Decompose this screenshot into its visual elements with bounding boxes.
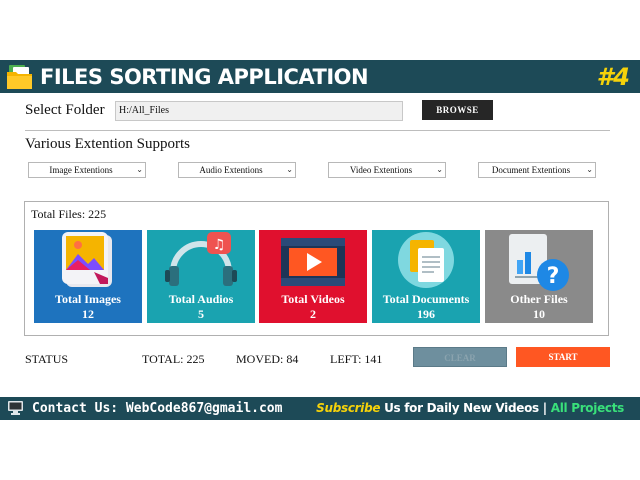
tile-count: 12 <box>82 307 94 321</box>
chevron-down-icon: ⌄ <box>136 165 143 174</box>
tile-name: Total Videos <box>281 292 345 306</box>
tile-name: Total Audios <box>168 292 234 306</box>
folder-path-input[interactable]: H:/All_Files <box>115 101 403 121</box>
image-icon <box>62 232 112 287</box>
subscribe-word: Subscribe <box>316 401 381 415</box>
dropdown-value: Image Extentions <box>49 165 113 175</box>
app-title: FILES SORTING APPLICATION <box>40 65 369 89</box>
chevron-down-icon: ⌄ <box>286 165 293 174</box>
bottom-blank-band <box>0 420 640 480</box>
dropdown-value: Document Extentions <box>491 165 571 175</box>
dropdown-value: Video Extentions <box>349 165 413 175</box>
tile-count: 2 <box>310 307 316 321</box>
top-blank-band <box>0 0 640 60</box>
videos-tile[interactable]: Total Videos 2 <box>259 230 367 323</box>
all-projects-link[interactable]: All Projects <box>551 401 625 415</box>
svg-text:♫: ♫ <box>213 237 226 253</box>
status-label: STATUS <box>25 352 69 366</box>
image-extensions-dropdown[interactable]: Image Extentions ⌄ <box>28 162 146 178</box>
tile-name: Total Documents <box>382 292 470 306</box>
audio-extensions-dropdown[interactable]: Audio Extentions ⌄ <box>178 162 296 178</box>
document-extensions-dropdown[interactable]: Document Extentions ⌄ <box>478 162 596 178</box>
unknown-file-icon: ? <box>509 234 569 291</box>
subscribe-banner: Subscribe Us for Daily New Videos | All … <box>316 397 624 420</box>
chevron-down-icon: ⌄ <box>586 165 593 174</box>
left-count: LEFT: 141 <box>330 352 383 366</box>
tile-count: 5 <box>198 307 204 321</box>
select-folder-label: Select Folder <box>25 102 105 118</box>
contact-email: Contact Us: WebCode867@gmail.com <box>32 401 283 416</box>
clear-button[interactable]: CLEAR <box>413 347 507 367</box>
browse-button[interactable]: BROWSE <box>422 100 493 120</box>
start-button[interactable]: START <box>516 347 610 367</box>
video-extensions-dropdown[interactable]: Video Extentions ⌄ <box>328 162 446 178</box>
extensions-label: Various Extention Supports <box>25 136 190 152</box>
documents-tile[interactable]: Total Documents 196 <box>372 230 480 323</box>
tile-count: 196 <box>417 307 435 321</box>
folder-logo-icon <box>7 65 32 89</box>
svg-text:?: ? <box>547 264 560 289</box>
subscribe-text: Us for Daily New Videos | <box>380 401 551 415</box>
headphones-icon: ♫ <box>165 232 237 286</box>
images-tile[interactable]: Total Images 12 <box>34 230 142 323</box>
tile-count: 10 <box>533 307 545 321</box>
tile-name: Other Files <box>510 292 568 306</box>
other-files-tile[interactable]: ? Other Files 10 <box>485 230 593 323</box>
divider <box>25 130 610 131</box>
moved-count: MOVED: 84 <box>236 352 299 366</box>
monitor-icon <box>8 401 23 415</box>
documents-icon <box>398 232 454 288</box>
total-count: TOTAL: 225 <box>142 352 205 366</box>
video-play-icon <box>281 238 345 286</box>
chevron-down-icon: ⌄ <box>436 165 443 174</box>
episode-number: #4 <box>596 63 630 91</box>
tile-name: Total Images <box>55 292 121 306</box>
total-files-label: Total Files: 225 <box>31 207 107 221</box>
audios-tile[interactable]: ♫ Total Audios 5 <box>147 230 255 323</box>
dropdown-value: Audio Extentions <box>199 165 263 175</box>
